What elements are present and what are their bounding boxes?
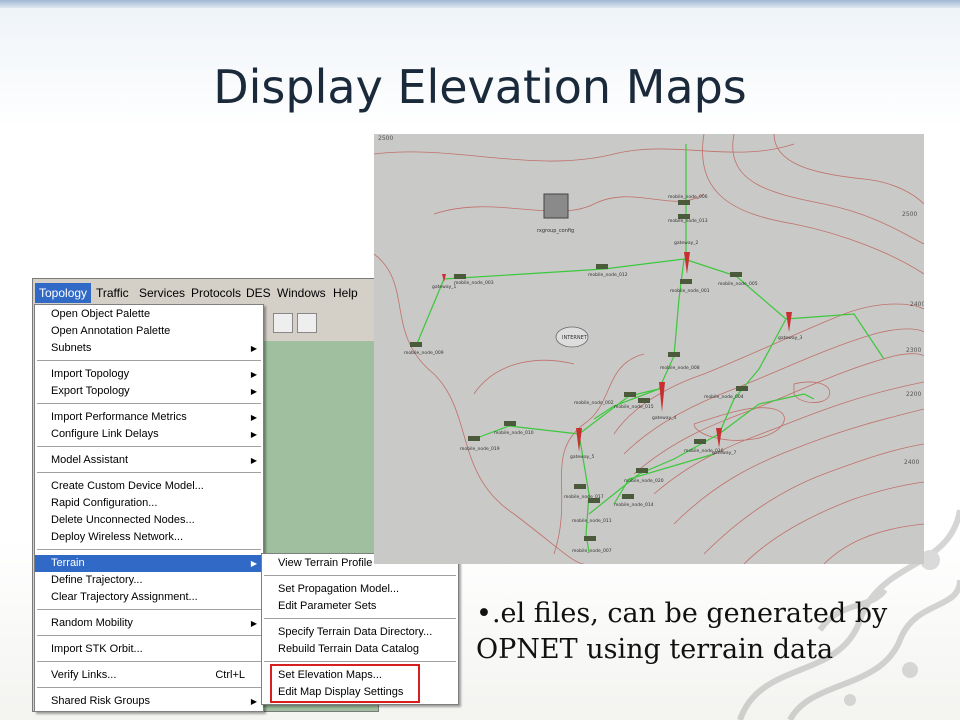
- svg-text:mobile_node_004: mobile_node_004: [704, 394, 744, 400]
- bullet-icon: •: [476, 598, 492, 629]
- menu-item-export-topology[interactable]: Export Topology ▶: [35, 383, 263, 400]
- menu-item-rebuild-terrain-data-catalog[interactable]: Rebuild Terrain Data Catalog: [262, 641, 458, 658]
- svg-text:mobile_node_011: mobile_node_011: [572, 518, 612, 524]
- shortcut-label: Ctrl+L: [215, 669, 245, 681]
- svg-text:mobile_node_005: mobile_node_005: [718, 281, 758, 287]
- svg-text:mobile_node_003: mobile_node_003: [454, 280, 494, 286]
- menu-item-configure-link-delays[interactable]: Configure Link Delays ▶: [35, 426, 263, 443]
- menu-item-specify-terrain-data-directory[interactable]: Specify Terrain Data Directory...: [262, 624, 458, 641]
- menu-item-open-annotation-palette[interactable]: Open Annotation Palette: [35, 323, 263, 340]
- submenu-arrow-icon: ▶: [250, 697, 257, 706]
- slide-title: Display Elevation Maps: [213, 60, 747, 114]
- document-icon[interactable]: [297, 313, 317, 333]
- svg-text:2400: 2400: [904, 459, 919, 466]
- submenu-arrow-icon: ▶: [250, 387, 257, 396]
- bullet-caption: •.el files, can be generated by OPNET us…: [476, 596, 946, 668]
- menu-item-shared-risk-groups[interactable]: Shared Risk Groups ▶: [35, 693, 263, 710]
- svg-text:2400: 2400: [910, 301, 924, 308]
- menu-item-import-performance-metrics[interactable]: Import Performance Metrics ▶: [35, 409, 263, 426]
- svg-text:mobile_node_013: mobile_node_013: [668, 218, 708, 224]
- menu-traffic[interactable]: Traffic: [92, 283, 133, 303]
- menu-item-define-trajectory[interactable]: Define Trajectory...: [35, 572, 263, 589]
- topology-menu: Open Object Palette Open Annotation Pale…: [34, 304, 264, 712]
- menu-item-create-custom-device-model[interactable]: Create Custom Device Model...: [35, 478, 263, 495]
- svg-text:mobile_node_012: mobile_node_012: [588, 272, 628, 278]
- svg-text:mobile_node_008: mobile_node_008: [660, 365, 700, 371]
- svg-text:2500: 2500: [378, 135, 393, 142]
- menu-item-set-propagation-model[interactable]: Set Propagation Model...: [262, 581, 458, 598]
- svg-text:mobile_node_015: mobile_node_015: [614, 404, 654, 410]
- svg-text:mobile_node_007: mobile_node_007: [572, 548, 612, 554]
- submenu-arrow-icon: ▶: [250, 413, 257, 422]
- menu-item-model-assistant[interactable]: Model Assistant ▶: [35, 452, 263, 469]
- svg-text:mobile_node_014: mobile_node_014: [614, 502, 654, 508]
- svg-text:mobile_node_010: mobile_node_010: [494, 430, 534, 436]
- menu-item-clear-trajectory-assignment[interactable]: Clear Trajectory Assignment...: [35, 589, 263, 606]
- menu-windows[interactable]: Windows: [273, 283, 330, 303]
- menu-services[interactable]: Services: [135, 283, 189, 303]
- svg-text:mobile_node_002: mobile_node_002: [574, 400, 614, 406]
- svg-text:mobile_node_006: mobile_node_006: [668, 194, 708, 200]
- menu-item-import-stk-orbit[interactable]: Import STK Orbit...: [35, 641, 263, 658]
- menu-item-delete-unconnected-nodes[interactable]: Delete Unconnected Nodes...: [35, 512, 263, 529]
- submenu-arrow-icon: ▶: [250, 619, 257, 628]
- svg-text:mobile_node_019: mobile_node_019: [460, 446, 500, 452]
- menu-item-verify-links[interactable]: Verify Links... Ctrl+L: [35, 667, 263, 684]
- submenu-arrow-icon: ▶: [250, 344, 257, 353]
- menu-item-open-object-palette[interactable]: Open Object Palette: [35, 306, 263, 323]
- svg-text:rxgroup_config: rxgroup_config: [537, 228, 574, 234]
- menu-item-deploy-wireless-network[interactable]: Deploy Wireless Network...: [35, 529, 263, 546]
- submenu-arrow-icon: ▶: [250, 456, 257, 465]
- svg-text:INTERNET: INTERNET: [562, 335, 588, 341]
- menu-item-random-mobility[interactable]: Random Mobility ▶: [35, 615, 263, 632]
- chart-icon[interactable]: [273, 313, 293, 333]
- terrain-submenu: View Terrain Profile Set Propagation Mod…: [261, 553, 459, 705]
- svg-text:gateway_4: gateway_4: [652, 415, 676, 421]
- svg-text:2200: 2200: [906, 391, 921, 398]
- menu-item-edit-parameter-sets[interactable]: Edit Parameter Sets: [262, 598, 458, 615]
- svg-text:gateway_3: gateway_3: [778, 335, 802, 341]
- toolbar: [263, 313, 373, 335]
- submenu-arrow-icon: ▶: [250, 559, 257, 568]
- slide-top-bar: [0, 0, 960, 8]
- menu-topology[interactable]: Topology: [35, 283, 92, 303]
- submenu-arrow-icon: ▶: [250, 370, 257, 379]
- svg-text:mobile_node_009: mobile_node_009: [404, 350, 444, 356]
- menu-help[interactable]: Help: [329, 283, 362, 303]
- elevation-map[interactable]: 2500 2500 2400 2300 2200 2400 INTERNET r…: [374, 134, 924, 564]
- svg-text:mobile_node_016: mobile_node_016: [684, 448, 724, 454]
- caption-text: .el files, can be generated by OPNET usi…: [476, 598, 888, 665]
- svg-text:2300: 2300: [906, 347, 921, 354]
- svg-text:mobile_node_001: mobile_node_001: [670, 288, 710, 294]
- menu-des[interactable]: DES: [242, 283, 275, 303]
- internet-cloud-icon: INTERNET: [555, 326, 589, 348]
- svg-text:mobile_node_017: mobile_node_017: [564, 494, 604, 500]
- menu-bar: Topology Traffic Services Protocols DES …: [33, 283, 378, 303]
- menu-protocols[interactable]: Protocols: [187, 283, 245, 303]
- menu-item-subnets[interactable]: Subnets ▶: [35, 340, 263, 357]
- svg-text:mobile_node_020: mobile_node_020: [624, 478, 664, 484]
- svg-text:gateway_1: gateway_1: [432, 284, 456, 290]
- svg-text:gateway_2: gateway_2: [674, 240, 698, 246]
- menu-item-terrain[interactable]: Terrain ▶: [35, 555, 263, 572]
- svg-text:gateway_5: gateway_5: [570, 454, 594, 460]
- submenu-arrow-icon: ▶: [250, 430, 257, 439]
- menu-item-rapid-configuration[interactable]: Rapid Configuration...: [35, 495, 263, 512]
- menu-item-import-topology[interactable]: Import Topology ▶: [35, 366, 263, 383]
- highlight-box: [270, 664, 420, 703]
- svg-text:2500: 2500: [902, 211, 917, 218]
